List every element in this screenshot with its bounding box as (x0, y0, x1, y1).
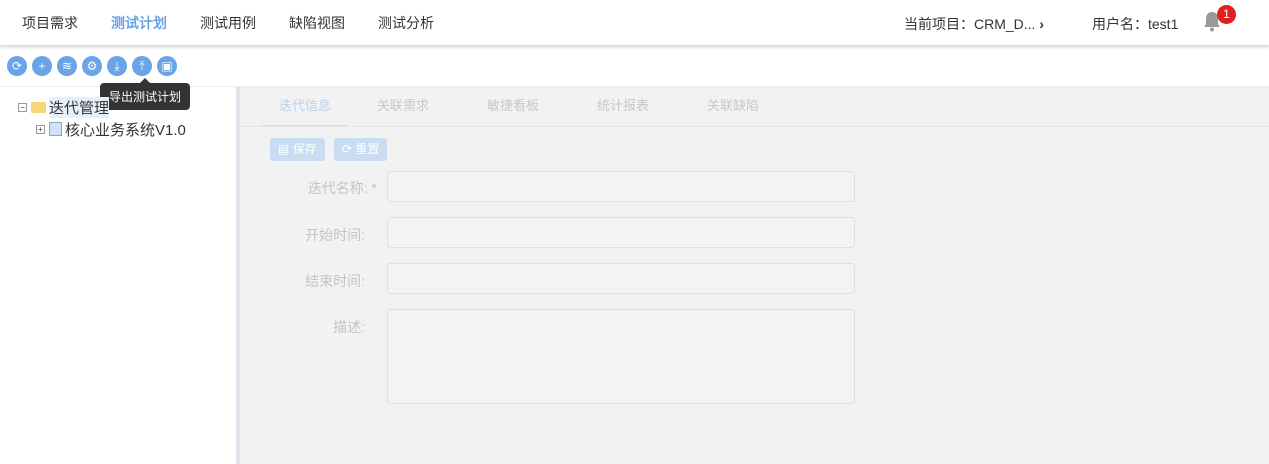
description-label: 描述: (333, 319, 365, 335)
save-label: 保存 (292, 142, 317, 156)
tab-agile-board[interactable]: 敏捷看板 (458, 87, 568, 127)
nav-project-requirements[interactable]: 项目需求 (22, 13, 78, 33)
refresh-icon: ⟳ (342, 142, 353, 156)
collapse-button[interactable]: ▣ (157, 56, 177, 76)
reset-label: 重置 (355, 142, 380, 156)
tree-node-label[interactable]: 迭代管理 (49, 96, 110, 118)
tree-toolbar: ⟳ + ≋ ⚙ ⤓ ⤒ ▣ (7, 56, 177, 76)
tree-node-child[interactable]: + 核心业务系统V1.0 (36, 118, 186, 140)
tab-related-requirements[interactable]: 关联需求 (348, 87, 458, 127)
layers-button[interactable]: ≋ (57, 56, 77, 76)
nav-test-plan[interactable]: 测试计划 (111, 13, 167, 33)
import-button[interactable]: ⤓ (107, 56, 127, 76)
description-textarea[interactable] (387, 309, 855, 404)
start-time-input[interactable] (387, 217, 855, 248)
collapse-icon[interactable]: − (18, 102, 27, 112)
save-button[interactable]: ▤ 保存 (270, 138, 325, 161)
export-button[interactable]: ⤒ (132, 56, 152, 76)
reset-button[interactable]: ⟳ 重置 (334, 138, 388, 161)
tab-iteration-info[interactable]: 迭代信息 (262, 87, 348, 127)
refresh-button[interactable]: ⟳ (7, 56, 27, 76)
required-marker: * (371, 180, 377, 196)
username: 用户名：test1 (1092, 16, 1179, 32)
iteration-tree: − 迭代管理 + 核心业务系统V1.0 (18, 96, 186, 140)
top-navbar: 项目需求 测试计划 测试用例 缺陷视图 测试分析 当前项目：CRM_D... ›… (0, 0, 1269, 46)
iteration-name-label: 迭代名称: * (252, 178, 377, 198)
start-time-label: 开始时间: (305, 227, 365, 243)
folder-icon (31, 101, 46, 113)
detail-panel: 迭代信息 关联需求 敏捷看板 统计报表 关联缺陷 ▤ 保存 ⟳ 重置 迭代名称:… (240, 87, 1269, 464)
detail-tabs: 迭代信息 关联需求 敏捷看板 统计报表 关联缺陷 (262, 87, 788, 127)
main-nav: 项目需求 测试计划 测试用例 缺陷视图 测试分析 (22, 13, 467, 33)
iteration-name-input[interactable] (387, 171, 855, 202)
tree-node-label[interactable]: 核心业务系统V1.0 (65, 119, 186, 140)
label-text: 迭代名称: (307, 180, 368, 196)
end-time-input[interactable] (387, 263, 855, 294)
book-icon (49, 122, 62, 136)
nav-test-analysis[interactable]: 测试分析 (378, 13, 434, 33)
expand-icon[interactable]: + (36, 124, 45, 134)
current-project-selector[interactable]: 当前项目：CRM_D... › (904, 14, 1044, 34)
tab-divider (240, 126, 1269, 127)
end-time-label: 结束时间: (305, 273, 365, 289)
notification-badge: 1 (1217, 5, 1236, 24)
settings-button[interactable]: ⚙ (82, 56, 102, 76)
add-button[interactable]: + (32, 56, 52, 76)
tab-statistics[interactable]: 统计报表 (568, 87, 678, 127)
chevron-right-icon: › (1039, 16, 1045, 32)
current-project-label: 当前项目：CRM_D... (904, 16, 1036, 32)
tab-related-defects[interactable]: 关联缺陷 (678, 87, 788, 127)
save-icon: ▤ (278, 142, 290, 156)
nav-defect-view[interactable]: 缺陷视图 (289, 13, 345, 33)
nav-test-cases[interactable]: 测试用例 (200, 13, 256, 33)
tree-node-root[interactable]: − 迭代管理 (18, 96, 186, 118)
